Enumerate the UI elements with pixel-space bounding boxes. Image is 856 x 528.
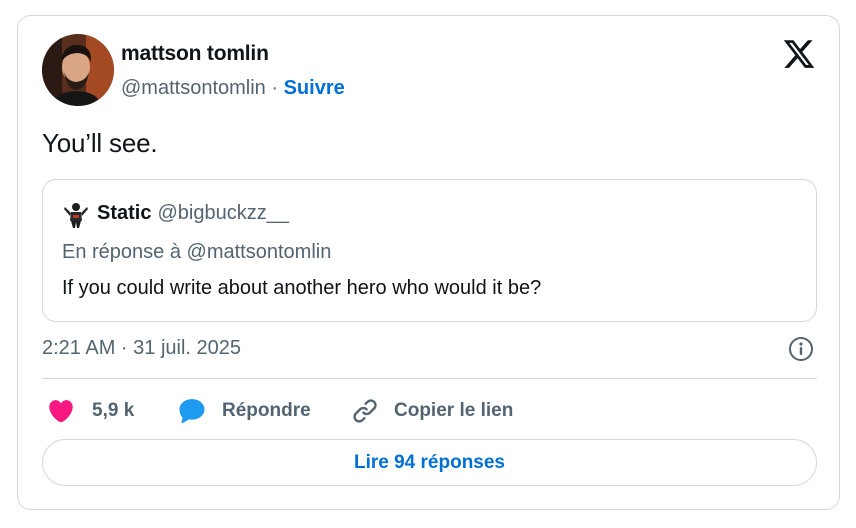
quoted-author-name[interactable]: Static: [97, 202, 151, 224]
read-replies-label: Lire 94 réponses: [353, 451, 506, 473]
link-icon: [353, 399, 377, 423]
quoted-author-line: Static @bigbuckzz__: [97, 202, 289, 225]
quoted-tweet[interactable]: Static @bigbuckzz__ En réponse à @mattson…: [42, 179, 817, 322]
author-handle[interactable]: @mattsontomlin: [121, 77, 266, 99]
author-name[interactable]: mattson tomlin: [121, 42, 269, 66]
tweet-text: You’ll see.: [42, 128, 158, 158]
quoted-author-handle[interactable]: @bigbuckzz__: [157, 202, 288, 224]
reply-context: En réponse à @mattsontomlin: [62, 241, 332, 263]
follow-button[interactable]: Suivre: [284, 77, 345, 99]
reply-bubble-icon: [179, 399, 205, 424]
info-icon[interactable]: [788, 336, 814, 362]
reply-button[interactable]: Répondre: [177, 395, 311, 427]
copy-link-label: Copier le lien: [394, 400, 514, 421]
x-logo-icon[interactable]: [781, 37, 817, 71]
quoted-author-avatar[interactable]: [62, 201, 90, 229]
like-count: 5,9 k: [92, 400, 135, 421]
read-replies-button[interactable]: Lire 94 réponses: [42, 439, 817, 486]
quoted-tweet-text: If you could write about another hero wh…: [62, 277, 542, 299]
avatar-photo-icon: [42, 34, 114, 106]
divider: [42, 378, 817, 379]
hero-figure-icon: [64, 203, 88, 228]
like-button[interactable]: 5,9 k: [46, 395, 134, 427]
copy-link-button[interactable]: Copier le lien: [351, 395, 513, 427]
author-avatar[interactable]: [42, 34, 114, 106]
heart-icon: [49, 400, 73, 423]
separator-dot: ·: [271, 77, 279, 99]
reply-label: Répondre: [222, 400, 311, 421]
tweet-timestamp[interactable]: 2:21 AM · 31 juil. 2025: [42, 337, 241, 360]
embedded-tweet-card: mattson tomlin @mattsontomlin · Suivre Y…: [17, 15, 840, 510]
author-meta: @mattsontomlin · Suivre: [121, 77, 345, 100]
